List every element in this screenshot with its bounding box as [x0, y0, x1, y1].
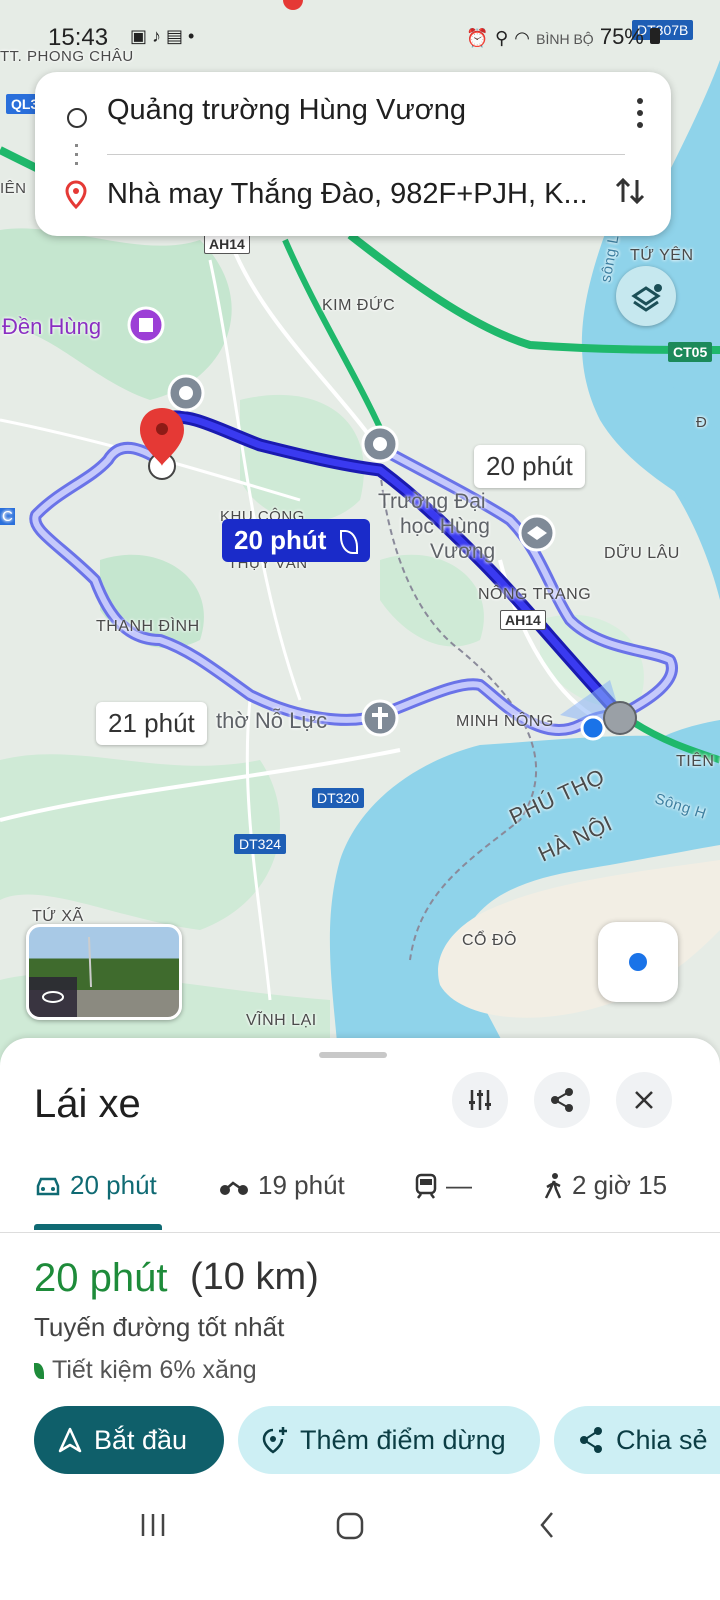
layers-icon [631, 284, 662, 312]
close-icon [635, 1091, 653, 1109]
route-time-alt-right[interactable]: 20 phút [474, 445, 585, 488]
tab-driving[interactable]: 20 phút [34, 1170, 157, 1201]
train-icon [415, 1173, 437, 1199]
route-options-button[interactable] [452, 1072, 508, 1128]
eco-leaf-icon [339, 530, 358, 555]
tab-transit[interactable]: — [414, 1170, 472, 1201]
map-label-left-c: C [0, 508, 16, 525]
walk-icon [544, 1172, 562, 1199]
tab-walking[interactable]: 2 giờ 15 [542, 1170, 667, 1201]
directions-card: Quảng trường Hùng Vương Nhà may Thắng Đà… [35, 72, 671, 236]
map-label-duu-lau: DỮU LÂU [604, 545, 680, 562]
poi-truong-line-1: Trường Đại [378, 490, 486, 513]
tab-transit-label: — [446, 1170, 472, 1200]
home-icon[interactable] [334, 1510, 366, 1542]
status-app-icons: ▣ ♪ ▤ • [130, 26, 194, 47]
sheet-drag-handle[interactable] [319, 1052, 387, 1058]
map-label-tu-yen: TỨ YÊN [630, 247, 694, 264]
system-nav-bar [0, 1480, 720, 1600]
road-shield-dt320: DT320 [312, 788, 365, 808]
share-directions-button[interactable]: Chia sẻ [554, 1406, 720, 1474]
notification-app-icon: ▣ ♪ ▤ • [130, 26, 195, 46]
car-icon [36, 1177, 60, 1195]
map-label-tien-cat: TIÊN C [676, 753, 720, 770]
my-location-icon [629, 953, 647, 971]
motorbike-icon [220, 1180, 248, 1195]
more-options-icon[interactable] [637, 98, 643, 128]
tab-motorbike[interactable]: 19 phút [218, 1170, 345, 1201]
status-map-label: BÌNH BỘ [536, 31, 594, 47]
fuel-saving-note: Tiết kiệm 6% xăng [34, 1356, 257, 1385]
route-time-main[interactable]: 20 phút [222, 519, 370, 562]
close-button[interactable] [616, 1072, 672, 1128]
battery-percent: 75% [599, 24, 644, 49]
poi-truong-line-3: Vương [430, 540, 496, 563]
road-shield-ah14-top: AH14 [204, 234, 250, 254]
tab-driving-label: 20 phút [70, 1170, 157, 1200]
map-label-minh-nong: MINH NÔNG [456, 713, 554, 730]
destination-field[interactable]: Nhà may Thắng Đào, 982F+PJH, K... [107, 178, 588, 211]
status-time: 15:43 [48, 24, 109, 51]
share-icon [551, 1088, 573, 1112]
street-view-thumbnail[interactable] [26, 924, 182, 1020]
field-divider [107, 154, 625, 155]
my-location-button[interactable] [598, 922, 678, 1002]
alarm-icon: ⏰ [466, 28, 489, 48]
start-navigation-button[interactable]: Bắt đầu [34, 1406, 224, 1474]
poi-den-hung[interactable]: Đền Hùng [2, 314, 101, 340]
tune-icon [469, 1090, 491, 1110]
add-stop-button[interactable]: Thêm điểm dừng [238, 1406, 540, 1474]
tab-walking-label: 2 giờ 15 [572, 1170, 668, 1200]
map-label-kim-duc: KIM ĐỨC [322, 297, 396, 314]
map-label-nong-trang: NÔNG TRANG [478, 586, 592, 603]
road-shield-ah14-mid: AH14 [500, 610, 546, 630]
route-distance: (10 km) [190, 1256, 319, 1298]
road-shield-dt324: DT324 [234, 834, 287, 854]
map-label-thanh-dinh: THANH ĐÌNH [96, 618, 200, 635]
route-dots-connector [75, 144, 78, 170]
road-shield-ct05: CT05 [668, 342, 713, 362]
street-view-360-icon [29, 936, 92, 1017]
poi-truong-dai-hoc[interactable]: Trường Đại học Hùng Vương [378, 489, 495, 564]
battery-icon [650, 28, 660, 44]
fuel-saving-label: Tiết kiệm 6% xăng [52, 1356, 257, 1384]
route-description: Tuyến đường tốt nhất [34, 1312, 285, 1342]
recent-apps-icon[interactable] [138, 1510, 168, 1540]
share-directions-label: Chia sẻ [616, 1424, 708, 1455]
share-route-button[interactable] [534, 1072, 590, 1128]
eco-leaf-icon [34, 1362, 44, 1379]
status-right-group: ⏰ ⚲ ◠ BÌNH BỘ 75% [466, 24, 660, 50]
add-stop-pin-icon [262, 1427, 287, 1454]
travel-mode-tabs: 20 phút 19 phút — 2 giờ 15 [0, 1156, 720, 1233]
wifi-icon: ◠ [514, 28, 530, 48]
poi-nha-tho[interactable]: thờ Nỗ Lực [216, 708, 327, 734]
map-label-vinh-lai: VĨNH LẠI [246, 1012, 317, 1029]
destination-pin-icon [65, 180, 87, 210]
sheet-title: Lái xe [34, 1082, 141, 1126]
status-bar: 15:43 ▣ ♪ ▤ • ⏰ ⚲ ◠ BÌNH BỘ 75% [0, 20, 720, 60]
navigation-arrow-icon [58, 1427, 82, 1453]
swap-directions-icon[interactable] [611, 172, 651, 212]
layers-button[interactable] [616, 266, 676, 326]
map-label-co-do: CỔ ĐÔ [462, 932, 517, 949]
origin-field[interactable]: Quảng trường Hùng Vương [107, 94, 466, 127]
start-navigation-label: Bắt đầu [94, 1424, 188, 1455]
poi-truong-line-2: học Hùng [400, 515, 490, 538]
map-label-ien: IÊN [0, 180, 27, 197]
active-tab-indicator [34, 1224, 162, 1230]
route-time-main-label: 20 phút [234, 525, 327, 555]
add-stop-label: Thêm điểm dừng [300, 1424, 506, 1455]
origin-circle-icon [67, 108, 87, 128]
map-label-right-d: Đ [696, 414, 708, 431]
route-time-alt-left[interactable]: 21 phút [96, 702, 207, 745]
tab-motorbike-label: 19 phút [258, 1170, 345, 1200]
route-duration: 20 phút [34, 1256, 168, 1300]
back-icon[interactable] [536, 1510, 560, 1540]
location-icon: ⚲ [494, 28, 509, 48]
share-icon [580, 1427, 602, 1453]
